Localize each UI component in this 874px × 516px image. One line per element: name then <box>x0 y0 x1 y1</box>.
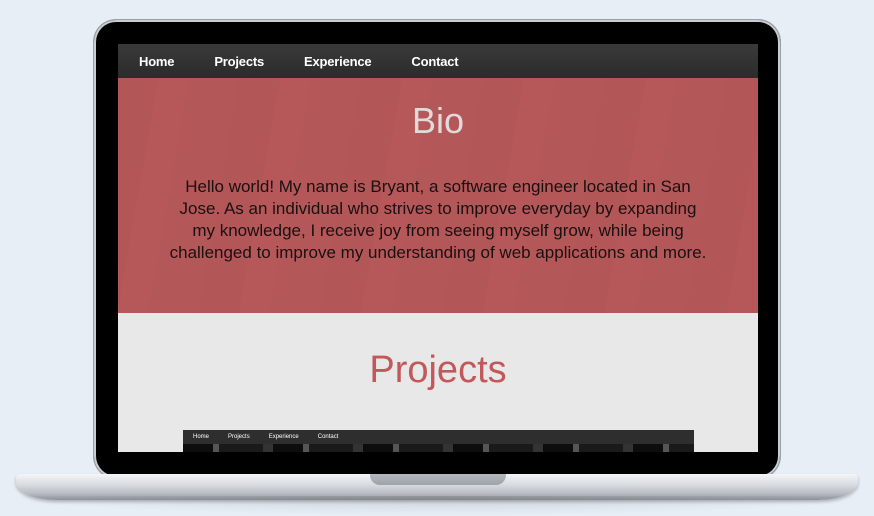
thumbnail-nav-contact: Contact <box>317 434 339 440</box>
thumbnail-nav-experience: Experience <box>268 434 299 440</box>
projects-heading: Projects <box>369 349 507 391</box>
laptop-screen: Home Projects Experience Contact Bio Hel… <box>118 44 758 452</box>
nav-link-projects[interactable]: Projects <box>214 54 264 69</box>
thumbnail-nav-projects: Projects <box>228 434 250 440</box>
bio-heading: Bio <box>411 100 465 141</box>
thumbnail-navbar: Home Projects Experience Contact <box>183 430 694 444</box>
laptop-shadow <box>0 496 874 516</box>
laptop-notch <box>370 474 506 485</box>
projects-section: Projects Home Projects Experience Contac… <box>118 313 758 452</box>
nav-link-experience[interactable]: Experience <box>304 54 372 69</box>
project-thumbnail[interactable]: Home Projects Experience Contact <box>183 430 694 452</box>
site-navbar: Home Projects Experience Contact <box>118 44 758 78</box>
thumbnail-hero-image <box>183 444 694 452</box>
nav-link-home[interactable]: Home <box>139 54 175 69</box>
bio-paragraph: Hello world! My name is Bryant, a softwa… <box>169 177 707 262</box>
thumbnail-nav-home: Home <box>193 434 210 440</box>
bio-section: Bio Hello world! My name is Bryant, a so… <box>118 78 758 313</box>
nav-link-contact[interactable]: Contact <box>411 54 458 69</box>
